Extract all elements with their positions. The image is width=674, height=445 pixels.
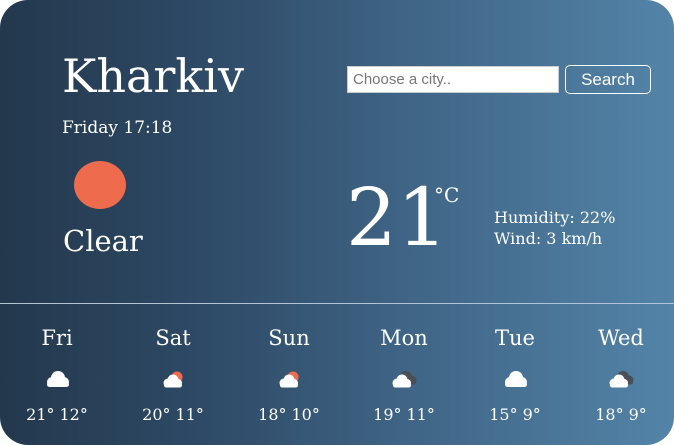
forecast-temps: 19° 11° bbox=[349, 404, 459, 426]
forecast-day-name: Fri bbox=[41, 326, 73, 350]
forecast-temps: 15° 9° bbox=[460, 404, 570, 426]
forecast-day-name: Sat bbox=[155, 326, 191, 350]
weather-card: Kharkiv Friday 17:18 Clear Search 21 °C … bbox=[0, 0, 674, 445]
overcast-clouds-icon bbox=[389, 368, 419, 390]
forecast-temps: 18° 10° bbox=[234, 404, 344, 426]
forecast-day: Mon 19° 11° bbox=[349, 304, 459, 445]
search-button[interactable]: Search bbox=[565, 65, 651, 94]
forecast-low: 9° bbox=[522, 405, 541, 424]
sun-behind-cloud-icon bbox=[274, 368, 304, 390]
wind: Wind: 3 km/h bbox=[494, 229, 603, 248]
forecast-low: 10° bbox=[291, 405, 320, 424]
forecast-day: Fri 21° 12° bbox=[2, 304, 112, 445]
cloud-icon bbox=[42, 368, 72, 390]
forecast-day: Wed 18° 9° bbox=[566, 304, 674, 445]
forecast-low: 11° bbox=[406, 405, 435, 424]
forecast-day: Sun 18° 10° bbox=[234, 304, 344, 445]
cloud-icon bbox=[500, 368, 530, 390]
sun-icon bbox=[74, 161, 126, 209]
forecast-day: Sat 20° 11° bbox=[118, 304, 228, 445]
overcast-clouds-icon bbox=[606, 368, 636, 390]
city-name: Kharkiv bbox=[62, 49, 244, 103]
temperature-unit: °C bbox=[434, 183, 460, 207]
forecast-day: Tue 15° 9° bbox=[460, 304, 570, 445]
forecast-low: 12° bbox=[59, 405, 88, 424]
humidity: Humidity: 22% bbox=[494, 208, 616, 227]
forecast-high: 18° bbox=[595, 405, 624, 424]
date-time: Friday 17:18 bbox=[62, 118, 173, 138]
forecast-temps: 21° 12° bbox=[2, 404, 112, 426]
forecast-high: 19° bbox=[373, 405, 402, 424]
forecast-high: 21° bbox=[26, 405, 55, 424]
forecast-day-name: Wed bbox=[598, 326, 644, 350]
weather-details: Humidity: 22% Wind: 3 km/h bbox=[494, 207, 615, 249]
forecast-temps: 18° 9° bbox=[566, 404, 674, 426]
forecast-day-name: Mon bbox=[380, 326, 428, 350]
city-search-input[interactable] bbox=[347, 66, 559, 93]
forecast-high: 15° bbox=[489, 405, 518, 424]
forecast-low: 11° bbox=[175, 405, 204, 424]
forecast-temps: 20° 11° bbox=[118, 404, 228, 426]
forecast-high: 20° bbox=[142, 405, 171, 424]
forecast-day-name: Tue bbox=[495, 326, 535, 350]
weather-description: Clear bbox=[63, 224, 143, 258]
forecast-day-name: Sun bbox=[268, 326, 310, 350]
forecast-high: 18° bbox=[258, 405, 287, 424]
forecast-low: 9° bbox=[628, 405, 647, 424]
forecast-strip: Fri 21°12° Sat 20°11° Sun 18°10° Mon bbox=[0, 304, 674, 445]
current-temperature: 21 bbox=[346, 171, 448, 264]
sun-behind-cloud-icon bbox=[158, 368, 188, 390]
